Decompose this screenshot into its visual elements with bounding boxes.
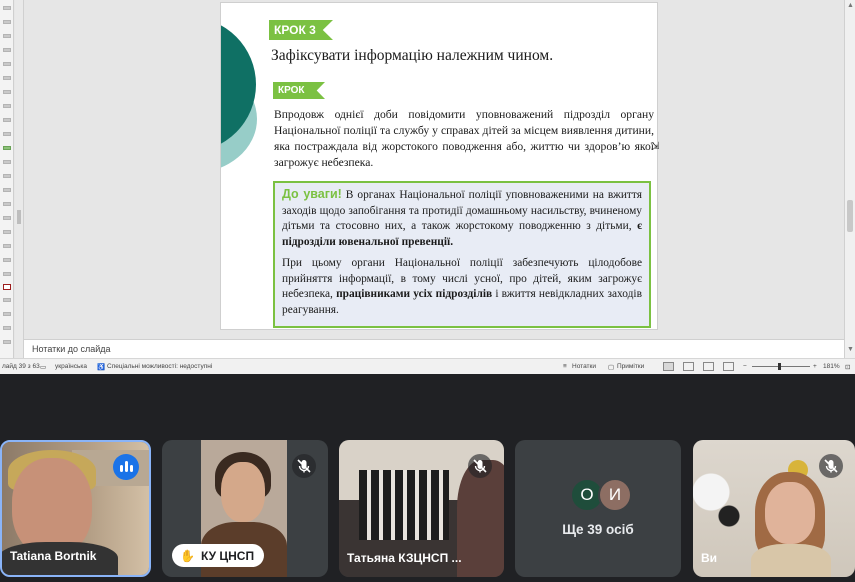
notes-placeholder: Нотатки до слайда (32, 344, 111, 354)
mic-off-icon (819, 454, 843, 478)
slide-thumbnail[interactable] (3, 118, 11, 122)
fit-slide-icon[interactable]: ⊡ (845, 363, 850, 371)
zoom-in-icon[interactable]: + (813, 363, 817, 370)
slide-thumbnail[interactable] (3, 298, 11, 302)
participant-tile[interactable]: Татьяна КЗЦНСП ... (339, 440, 504, 577)
vertical-scrollbar[interactable]: ▲ ▼ (844, 0, 855, 358)
scroll-up-icon[interactable]: ▲ (847, 2, 854, 9)
more-participants-tile[interactable]: О И Ще 39 осіб (515, 440, 681, 577)
slide-thumbnail[interactable] (3, 258, 11, 262)
slide-thumbnail[interactable] (3, 188, 11, 192)
comments-button[interactable]: Примітки (617, 363, 644, 370)
status-bar: лайд 39 з 63 ▭ українська ♿ Спеціальні м… (0, 358, 855, 374)
pane-splitter[interactable] (15, 0, 24, 358)
raised-hand-chip: ✋ КУ ЦНСП (172, 544, 265, 567)
participant-avatars: О И (570, 478, 632, 512)
spellcheck-icon[interactable]: ▭ (40, 363, 46, 371)
video-feed-background (359, 470, 449, 540)
video-feed-person (765, 482, 815, 544)
language-label[interactable]: українська (55, 363, 87, 370)
step-4-tag: КРОК 4 (273, 82, 325, 99)
mouse-cursor-icon: ⇲ (651, 141, 660, 152)
accessibility-icon[interactable]: ♿ (97, 363, 105, 371)
slide-thumbnail[interactable] (3, 202, 11, 206)
participant-tile[interactable]: ✋ КУ ЦНСП (162, 440, 328, 577)
speaking-indicator-icon (113, 454, 139, 480)
scroll-down-icon[interactable]: ▼ (847, 346, 854, 353)
slide-thumbnail-pane[interactable] (0, 0, 14, 358)
video-feed-person (751, 544, 831, 577)
participant-name: Татьяна КЗЦНСП ... (347, 551, 462, 565)
participant-tile[interactable]: Tatiana Bortnik (0, 440, 151, 577)
slide-thumbnail[interactable] (3, 146, 11, 150)
mic-off-icon (468, 454, 492, 478)
current-slide[interactable]: КРОК 3 Зафіксувати інформацію належним ч… (220, 2, 658, 330)
slide-thumbnail[interactable] (3, 90, 11, 94)
attention-paragraph-2: При цьому органи Національної поліції за… (282, 256, 642, 318)
participant-name: Tatiana Bortnik (10, 549, 97, 563)
slideshow-button[interactable] (723, 362, 734, 371)
mic-off-icon (292, 454, 316, 478)
slide-thumbnail[interactable] (3, 272, 11, 276)
step-3-tag: КРОК 3 (269, 20, 333, 40)
participant-tile[interactable]: Ви (693, 440, 855, 577)
step-3-text: Зафіксувати інформацію належним чином. (271, 47, 554, 64)
participant-name: КУ ЦНСП (200, 548, 255, 563)
step-4-text: Впродовж однієї доби повідомити уповнова… (274, 108, 654, 169)
slide-thumbnail[interactable] (3, 216, 11, 220)
accessibility-label[interactable]: Спеціальні можливості: недоступні (107, 363, 212, 370)
zoom-slider[interactable] (752, 366, 810, 367)
reading-view-button[interactable] (703, 362, 714, 371)
slide-thumbnail-selected[interactable] (3, 284, 11, 290)
slide-thumbnail[interactable] (3, 312, 11, 316)
zoom-level[interactable]: 181% (823, 363, 840, 370)
slide-thumbnail[interactable] (3, 34, 11, 38)
slide-thumbnail[interactable] (3, 340, 11, 344)
slide-thumbnail[interactable] (3, 48, 11, 52)
zoom-out-icon[interactable]: − (743, 363, 747, 370)
powerpoint-window: КРОК 3 Зафіксувати інформацію належним ч… (0, 0, 855, 374)
slide-thumbnail[interactable] (3, 244, 11, 248)
notes-button[interactable]: Нотатки (572, 363, 596, 370)
notes-pane[interactable]: Нотатки до слайда (24, 339, 844, 358)
slide-thumbnail[interactable] (3, 174, 11, 178)
slide-thumbnail[interactable] (3, 6, 11, 10)
slide-thumbnail[interactable] (3, 76, 11, 80)
notes-icon[interactable]: ≡ (563, 363, 567, 370)
attention-paragraph-1: До уваги! В органах Національної поліції… (282, 187, 642, 250)
more-participants-label: Ще 39 осіб (562, 522, 634, 537)
avatar: И (598, 478, 632, 512)
slide-thumbnail[interactable] (3, 62, 11, 66)
participant-name: Ви (701, 551, 718, 565)
splitter-grip[interactable] (17, 210, 21, 224)
attention-label: До уваги! (282, 187, 342, 201)
raised-hand-icon: ✋ (180, 548, 195, 563)
slide-thumbnail[interactable] (3, 326, 11, 330)
slide-sorter-button[interactable] (683, 362, 694, 371)
attention-box: До уваги! В органах Національної поліції… (273, 181, 651, 328)
slide-thumbnail[interactable] (3, 160, 11, 164)
comments-icon[interactable]: ▢ (608, 363, 614, 371)
slide-thumbnail[interactable] (3, 20, 11, 24)
slide-thumbnail[interactable] (3, 230, 11, 234)
slide-thumbnail[interactable] (3, 132, 11, 136)
attention-bold-text: працівниками усіх підрозділів (336, 288, 493, 300)
scrollbar-thumb[interactable] (847, 200, 853, 232)
zoom-slider-thumb[interactable] (778, 363, 781, 370)
slide-counter: лайд 39 з 63 (2, 363, 40, 370)
normal-view-button[interactable] (663, 362, 674, 371)
slide-thumbnail[interactable] (3, 104, 11, 108)
video-feed-background (693, 460, 753, 540)
